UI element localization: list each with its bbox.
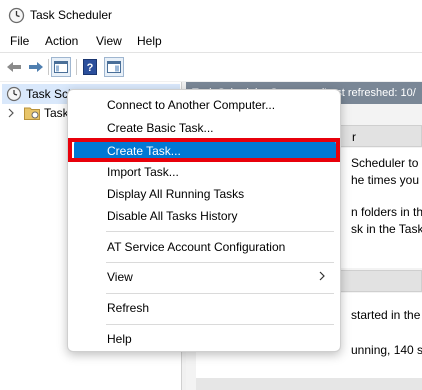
folder-icon [24, 107, 40, 120]
menu-item-at-service-account[interactable]: AT Service Account Configuration [74, 236, 336, 258]
menu-item-label: AT Service Account Configuration [107, 240, 286, 254]
back-button[interactable] [4, 57, 24, 77]
window-title: Task Scheduler [30, 8, 113, 22]
menu-item-label: View [107, 270, 133, 284]
menu-item-help[interactable]: Help [74, 328, 336, 350]
status-text-line: started in the fo [351, 308, 422, 322]
menu-file[interactable]: File [10, 34, 29, 48]
menu-item-connect-computer[interactable]: Connect to Another Computer... [74, 94, 336, 116]
forward-button[interactable] [26, 57, 46, 77]
menu-item-label: Connect to Another Computer... [107, 98, 276, 112]
show-console-tree-button[interactable] [51, 57, 71, 77]
menu-separator [106, 293, 334, 294]
menu-bar: File Action View Help [0, 31, 422, 52]
action-pane-icon [107, 61, 121, 73]
forward-arrow-icon [29, 62, 43, 72]
menu-item-display-running-tasks[interactable]: Display All Running Tasks [74, 183, 336, 205]
submenu-arrow-icon [319, 271, 325, 281]
overview-section-title: r [352, 130, 356, 144]
toolbar-separator [76, 59, 77, 75]
chevron-right-icon[interactable] [6, 108, 16, 118]
menu-separator [106, 324, 334, 325]
menu-item-label: Create Task... [107, 144, 181, 158]
menu-item-label: Import Task... [107, 165, 179, 179]
menu-item-view[interactable]: View [74, 266, 336, 288]
help-icon: ? [83, 59, 97, 75]
menu-separator [106, 262, 334, 263]
menu-separator [106, 231, 334, 232]
clock-icon [8, 7, 25, 24]
overview-text-line: he times you sp [351, 173, 422, 187]
menu-item-label: Display All Running Tasks [107, 187, 245, 201]
menu-action[interactable]: Action [45, 34, 78, 48]
menu-help[interactable]: Help [137, 34, 162, 48]
menu-item-disable-tasks-history[interactable]: Disable All Tasks History [74, 205, 336, 227]
context-menu: Connect to Another Computer... Create Ba… [67, 89, 341, 352]
menu-item-import-task[interactable]: Import Task... [74, 161, 336, 183]
toolbar: ? [0, 52, 422, 81]
menu-item-label: Disable All Tasks History [107, 209, 238, 223]
clock-icon [6, 86, 22, 102]
help-button[interactable]: ? [80, 57, 100, 77]
menu-item-create-basic-task[interactable]: Create Basic Task... [74, 117, 336, 139]
menu-item-label: Help [107, 332, 132, 346]
svg-text:?: ? [87, 62, 94, 74]
title-bar: Task Scheduler [0, 0, 422, 31]
summary-pane-footer [196, 378, 422, 390]
show-action-pane-button[interactable] [104, 57, 124, 77]
overview-text-line: n folders in the T [351, 205, 422, 219]
menu-item-create-task[interactable]: Create Task... [74, 140, 336, 162]
console-tree-icon [54, 61, 68, 73]
menu-item-refresh[interactable]: Refresh [74, 297, 336, 319]
overview-text-line: Scheduler to cre [351, 156, 422, 170]
menu-item-label: Create Basic Task... [107, 121, 214, 135]
status-text-line: unning, 140 suc [351, 343, 422, 357]
menu-item-label: Refresh [107, 301, 150, 315]
back-arrow-icon [7, 62, 21, 72]
menu-view[interactable]: View [96, 34, 122, 48]
toolbar-separator [48, 59, 49, 75]
overview-text-line: sk in the Task Sc [351, 222, 422, 236]
